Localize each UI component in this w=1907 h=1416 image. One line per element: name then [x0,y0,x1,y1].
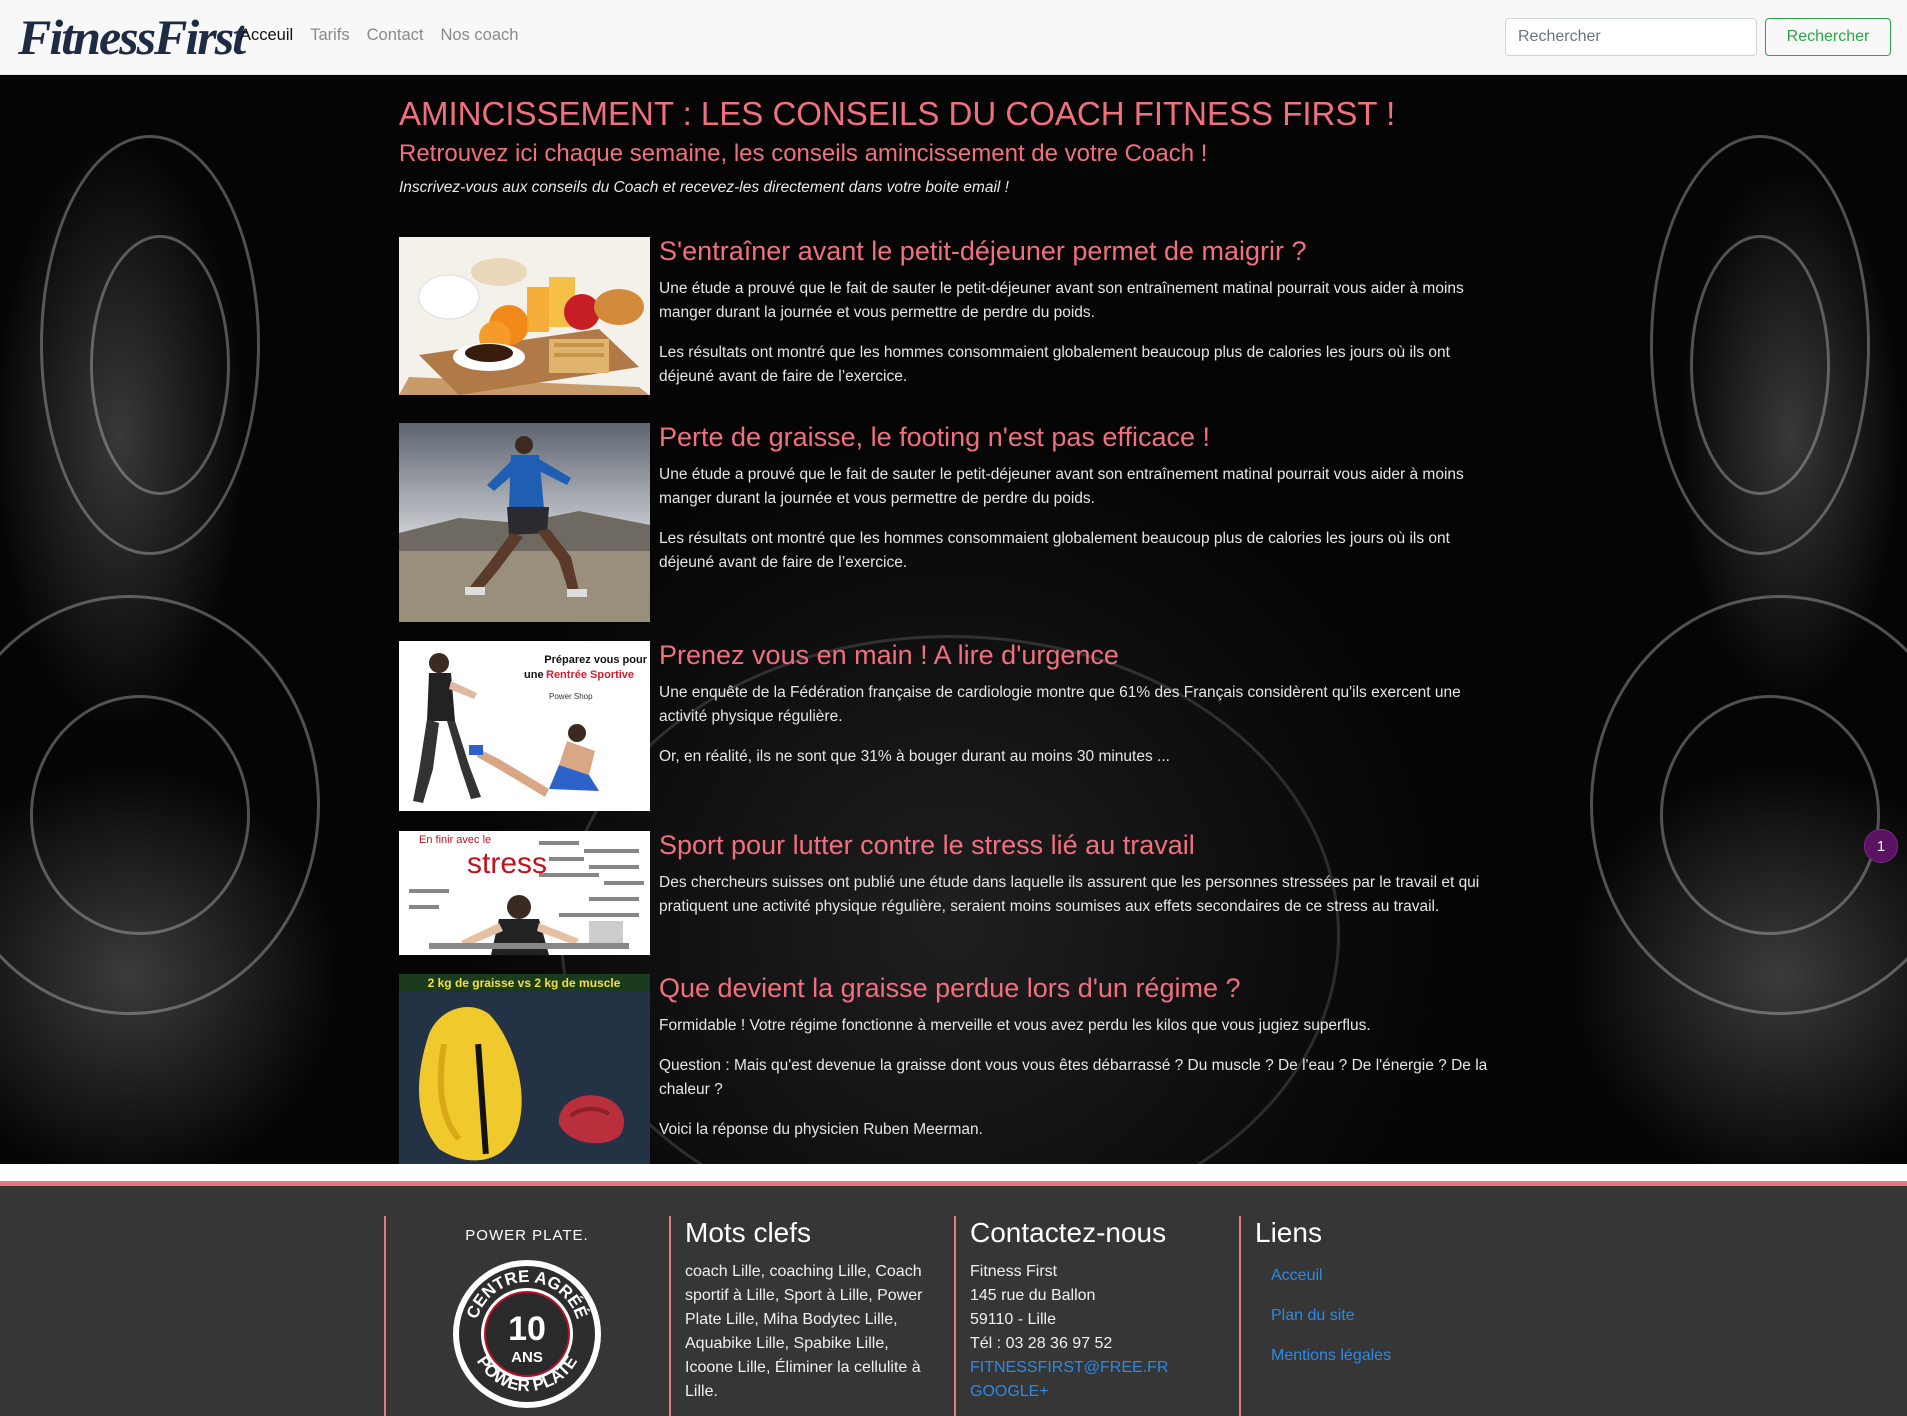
article-title[interactable]: Que devient la graisse perdue lors d'un … [659,973,1507,1004]
footer-links-column: Liens Acceuil Plan du site Mentions léga… [1239,1216,1523,1416]
contact-email-link[interactable]: FITNESSFIRST@FREE.FR [970,1356,1238,1380]
article-body: Prenez vous en main ! A lire d'urgence U… [659,640,1507,785]
article-thumbnail-rentree[interactable]: Préparez vous pour une Rentrée Sportive … [399,641,650,811]
contact-city: 59110 - Lille [970,1311,1056,1328]
article-thumbnail-breakfast[interactable] [399,237,650,395]
decorative-swirl [30,695,250,935]
article-paragraph: Question : Mais qu'est devenue la graiss… [659,1056,1488,1098]
article-title[interactable]: Sport pour lutter contre le stress lié a… [659,830,1507,861]
image-caption: 2 kg de graisse vs 2 kg de muscle [428,976,621,990]
article-paragraph: Une enquête de la Fédération française d… [659,683,1461,725]
page-title: AMINCISSEMENT : LES CONSEILS DU COACH FI… [399,95,1396,132]
image-caption: une [524,669,544,681]
nav-link-contact[interactable]: Contact [367,26,424,45]
article-paragraph: Une étude a prouvé que le fait de sauter… [659,279,1464,321]
search-input[interactable] [1505,18,1757,56]
article-paragraph: Voici la réponse du physicien Ruben Meer… [659,1120,983,1138]
search-button[interactable]: Rechercher [1765,18,1891,56]
runner-image [399,423,650,622]
google-plus-link[interactable]: GOOGLE+ [970,1380,1238,1404]
footer-link-mentions-legales[interactable]: Mentions légales [1271,1344,1523,1368]
article-title[interactable]: S'entraîner avant le petit-déjeuner perm… [659,236,1507,267]
footer-links-title: Liens [1255,1217,1322,1248]
footer-contact-column: Contactez-nous Fitness First 145 rue du … [954,1216,1238,1416]
article-body: S'entraîner avant le petit-déjeuner perm… [659,236,1507,405]
article-body: Perte de graisse, le footing n'est pas e… [659,422,1507,591]
page-subtitle: Retrouvez ici chaque semaine, les consei… [399,140,1208,167]
breakfast-image [399,237,650,395]
image-caption: Rentrée Sportive [546,669,634,681]
article-paragraph: Formidable ! Votre régime fonctionne à m… [659,1016,1371,1034]
footer-divider-white [0,1164,1907,1181]
image-caption: stress [467,847,547,880]
article-body: Que devient la graisse perdue lors d'un … [659,973,1507,1158]
footer-contact-title: Contactez-nous [970,1217,1167,1248]
decorative-swirl [1660,695,1880,935]
nav-link-accueil[interactable]: Acceuil [240,26,293,45]
decorative-swirl [1690,235,1830,495]
article-thumbnail-stress[interactable]: En finir avec le stress [399,831,650,955]
article-paragraph: Les résultats ont montré que les hommes … [659,343,1450,385]
page-intro: Inscrivez-vous aux conseils du Coach et … [399,179,1009,196]
logo-number: 10 [508,1310,546,1348]
brand-logo[interactable]: FitnessFirst [18,8,246,66]
footer-link-plan-du-site[interactable]: Plan du site [1271,1304,1523,1328]
article-paragraph: Les résultats ont montré que les hommes … [659,529,1450,571]
article-title[interactable]: Perte de graisse, le footing n'est pas e… [659,422,1507,453]
article-thumbnail-graisse[interactable]: 2 kg de graisse vs 2 kg de muscle [399,974,650,1164]
footer-keywords-text: coach Lille, coaching Lille, Coach sport… [685,1263,923,1400]
top-navbar: FitnessFirst Acceuil Tarifs Contact Nos … [0,0,1907,75]
rentree-sportive-image: Préparez vous pour une Rentrée Sportive … [399,641,650,811]
decorative-swirl [90,235,230,495]
image-caption: En finir avec le [419,834,491,846]
nav-link-nos-coach[interactable]: Nos coach [441,26,519,45]
logo-ans: ANS [511,1349,543,1366]
stress-image: En finir avec le stress [399,831,650,955]
footer-keywords-column: Mots clefs coach Lille, coaching Lille, … [669,1216,953,1416]
fat-vs-muscle-image: 2 kg de graisse vs 2 kg de muscle [399,974,650,1164]
contact-name: Fitness First [970,1263,1058,1280]
article-title[interactable]: Prenez vous en main ! A lire d'urgence [659,640,1507,671]
nav-links: Acceuil Tarifs Contact Nos coach [240,26,518,45]
article-thumbnail-runner[interactable] [399,423,650,622]
footer-keywords-title: Mots clefs [685,1217,812,1248]
contact-phone: Tél : 03 28 36 97 52 [970,1335,1113,1352]
image-caption: Power Shop [549,692,593,701]
article-paragraph: Une étude a prouvé que le fait de sauter… [659,465,1464,507]
logo-text: POWER PLATE. [465,1227,588,1244]
nav-link-tarifs[interactable]: Tarifs [310,26,349,45]
article-paragraph: Des chercheurs suisses ont publié une ét… [659,873,1480,915]
footer-link-accueil[interactable]: Acceuil [1271,1264,1523,1288]
page-indicator-badge[interactable]: 1 [1864,829,1898,863]
contact-street: 145 rue du Ballon [970,1287,1096,1304]
power-plate-logo: POWER PLATE. CENTRE AGRÉÉ POWER PLATE 10… [453,1227,601,1408]
image-caption: Préparez vous pour [544,654,647,666]
footer: POWER PLATE. CENTRE AGRÉÉ POWER PLATE 10… [0,1186,1907,1416]
article-paragraph: Or, en réalité, ils ne sont que 31% à bo… [659,747,1170,765]
footer-logo-column: POWER PLATE. CENTRE AGRÉÉ POWER PLATE 10… [384,1216,668,1416]
article-body: Sport pour lutter contre le stress lié a… [659,830,1507,935]
